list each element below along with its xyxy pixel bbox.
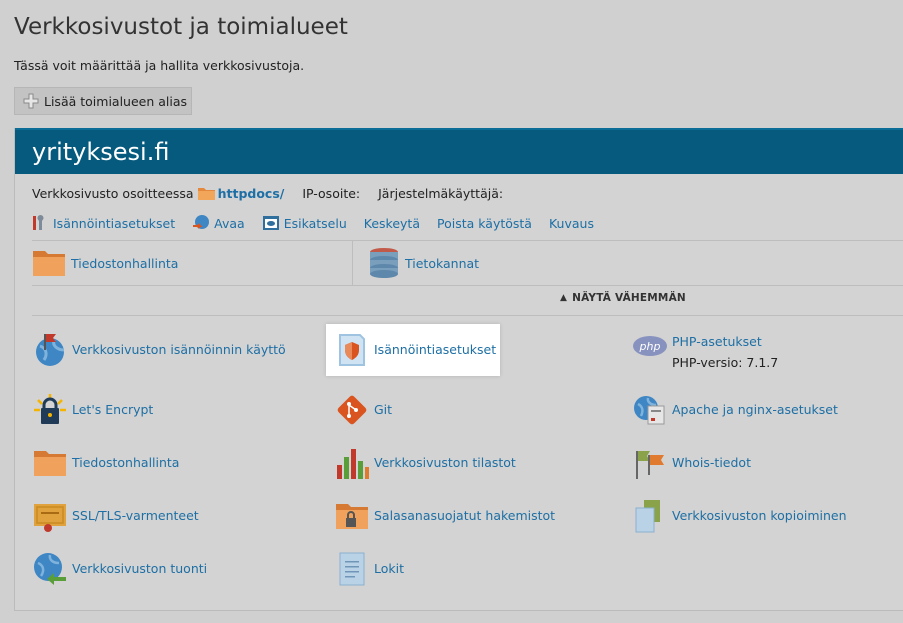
tool-site-copy[interactable]: Verkkosivuston kopioiminen [632,498,847,534]
quick-databases[interactable]: Tietokannat [369,241,479,285]
copy-docs-icon [635,500,660,533]
site-header: yrityksesi.fi [15,128,903,174]
php-version: PHP-versio: 7.1.7 [672,355,779,370]
quick-label: Tietokannat [405,255,480,271]
tool-label: PHP-asetukset [672,334,762,349]
tool-label: Salasanasuojatut hakemistot [374,508,556,523]
page-title: Verkkosivustot ja toimialueet [14,14,348,40]
tool-label: Verkkosivuston isännöinnin käyttö [72,342,286,357]
tool-protected-directories[interactable]: Salasanasuojatut hakemistot [334,498,555,534]
action-label: Kuvaus [548,215,594,231]
tool-lets-encrypt[interactable]: Let's Encrypt [32,392,153,428]
tool-label: SSL/TLS-varmenteet [72,508,199,523]
action-open[interactable]: Avaa [192,214,245,232]
tool-label: Lokit [374,561,405,576]
tool-git[interactable]: Git [334,392,392,428]
action-label: Esikatselu [283,215,347,231]
ip-label: IP-osoite: [302,186,361,201]
domain-name[interactable]: yrityksesi.fi [32,138,169,166]
certificate-icon [34,504,66,532]
chevron-up-icon: ▲ [560,293,568,303]
toggle-label: NÄYTÄ VÄHEMMÄN [572,292,686,304]
open-globe-icon [193,215,210,229]
docroot-link[interactable]: httpdocs/ [218,186,285,201]
preview-eye-icon [262,216,279,230]
divider [32,315,903,316]
action-hosting-settings[interactable]: Isännöintiasetukset [31,214,175,232]
action-suspend[interactable]: Keskeytä [364,216,420,231]
site-info-line: Verkkosivusto osoitteessa httpdocs/ IP-o… [32,186,503,201]
tool-label: Isännöintiasetukset [374,342,497,357]
globe-flag-icon [36,334,65,366]
quick-divider [352,241,353,285]
whois-flags-icon [636,451,664,479]
tool-label: Verkkosivuston tuonti [72,561,208,576]
import-globe-icon [34,553,66,585]
folder-icon [33,251,65,276]
site-actions: Isännöintiasetukset Avaa Esikatselu Kesk… [31,214,611,232]
page-description: Tässä voit määrittää ja hallita verkkosi… [14,58,305,73]
php-icon: php [633,336,667,356]
site-at-label: Verkkosivusto osoitteessa [32,186,194,201]
quick-label: Tiedostonhallinta [71,255,179,271]
quick-file-manager[interactable]: Tiedostonhallinta [32,241,178,285]
hosting-shield-icon [339,334,365,366]
system-user-label: Järjestelmäkäyttäjä: [378,186,504,201]
folder-icon [197,188,215,200]
server-globe-icon [634,396,665,425]
lets-encrypt-lock-icon [34,394,66,424]
database-icon [370,248,398,278]
add-domain-alias-label: Lisää toimialueen alias [44,93,188,109]
action-disable[interactable]: Poista käytöstä [437,216,532,231]
tool-file-manager[interactable]: Tiedostonhallinta [32,445,179,481]
tool-label: Git [374,402,393,417]
tool-label: Let's Encrypt [72,402,154,417]
tool-label: Whois-tiedot [672,455,751,470]
tool-whois[interactable]: Whois-tiedot [632,445,751,481]
tool-label: Verkkosivuston kopioiminen [672,508,847,523]
locked-folder-icon [336,504,368,529]
tool-label: Verkkosivuston tilastot [374,455,516,470]
svg-text:php: php [639,340,661,353]
tool-label: Tiedostonhallinta [72,455,180,470]
action-label: Keskeytä [363,215,420,231]
action-label: Avaa [214,215,245,231]
site-panel: yrityksesi.fi Verkkosivusto osoitteessa … [14,128,903,611]
wrench-icon [33,215,44,230]
action-description[interactable]: Kuvaus [549,216,594,231]
tool-label: Apache ja nginx-asetukset [672,402,838,417]
tool-site-import[interactable]: Verkkosivuston tuonti [32,551,207,587]
plus-icon [23,93,39,109]
log-doc-icon [339,552,365,586]
add-domain-alias-button[interactable]: Lisää toimialueen alias [14,87,192,115]
tool-hosting-usage[interactable]: Verkkosivuston isännöinnin käyttö [32,332,286,368]
tool-hosting-settings[interactable]: Isännöintiasetukset [326,324,500,376]
quick-access: Tiedostonhallinta Tietokannat [32,240,903,286]
git-icon [337,395,367,425]
tool-php-settings[interactable]: php PHP-asetukset PHP-versio: 7.1.7 [632,332,778,370]
show-less-toggle[interactable]: ▲ NÄYTÄ VÄHEMMÄN [560,292,686,304]
action-preview[interactable]: Esikatselu [262,215,347,231]
tool-site-statistics[interactable]: Verkkosivuston tilastot [334,445,516,481]
stats-bars-icon [337,449,369,479]
action-label: Isännöintiasetukset [53,215,176,231]
action-label: Poista käytöstä [437,215,532,231]
tool-logs[interactable]: Lokit [334,551,404,587]
tool-apache-nginx[interactable]: Apache ja nginx-asetukset [632,392,838,428]
folder-icon [34,451,66,476]
tool-ssl-certificates[interactable]: SSL/TLS-varmenteet [32,498,199,534]
